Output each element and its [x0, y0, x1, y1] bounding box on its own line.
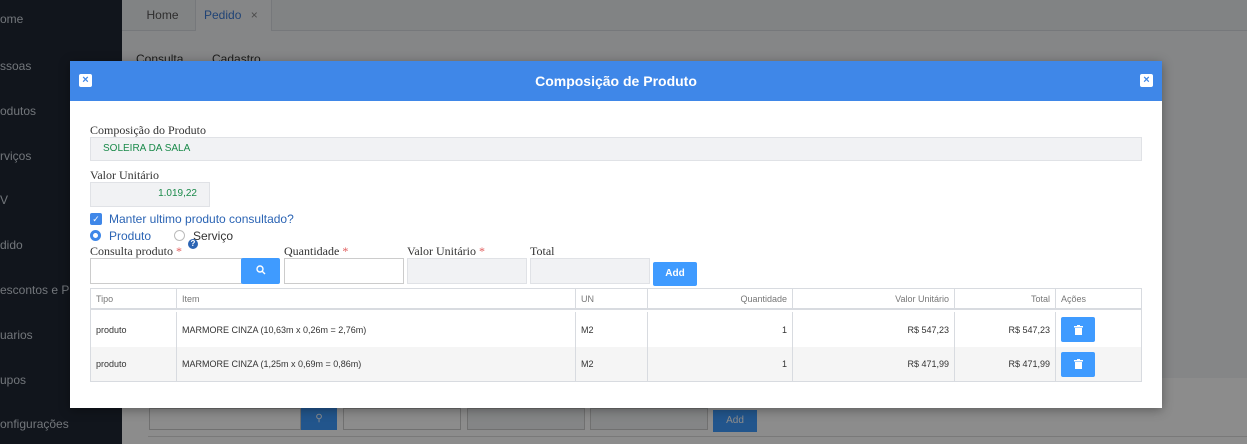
- consulta-produto-label: Consulta produto *: [90, 244, 182, 259]
- cell-valor-unitario: R$ 471,99: [793, 347, 955, 381]
- table-row: produto MARMORE CINZA (10,63m x 0,26m = …: [91, 312, 1141, 347]
- header-un: UN: [576, 289, 648, 308]
- cell-item: MARMORE CINZA (1,25m x 0,69m = 0,86m): [177, 347, 576, 381]
- quantidade-label-text: Quantidade: [284, 244, 340, 258]
- required-mark: *: [176, 244, 182, 258]
- cell-total: R$ 547,23: [955, 312, 1056, 347]
- produto-radio[interactable]: [90, 230, 101, 241]
- total-label: Total: [530, 244, 555, 258]
- quantidade-input[interactable]: [284, 258, 404, 284]
- composicao-table: Tipo Item UN Quantidade Valor Unitário T…: [90, 288, 1142, 382]
- valor-unitario-field: 1.019,22: [90, 182, 210, 207]
- search-button[interactable]: [241, 258, 280, 284]
- header-total: Total: [955, 289, 1056, 308]
- cell-acoes: [1056, 347, 1141, 381]
- delete-button[interactable]: [1061, 317, 1095, 342]
- header-acoes: Ações: [1061, 293, 1087, 304]
- cell-acoes: [1056, 312, 1141, 347]
- cell-un: M2: [576, 312, 648, 347]
- search-icon: [255, 265, 265, 275]
- quantidade-label: Quantidade *: [284, 244, 348, 259]
- valor-unitario-input-label: Valor Unitário *: [407, 244, 485, 259]
- cell-valor-unitario: R$ 547,23: [793, 312, 955, 347]
- header-valor-unitario: Valor Unitário: [793, 289, 955, 308]
- header-tipo: Tipo: [91, 289, 177, 308]
- cell-tipo: produto: [91, 347, 177, 381]
- manter-label[interactable]: Manter ultimo produto consultado?: [109, 212, 294, 226]
- modal-header: × Composição de Produto ×: [70, 61, 1162, 101]
- composicao-modal: × Composição de Produto × Composição do …: [70, 61, 1162, 408]
- cell-un: M2: [576, 347, 648, 381]
- servico-radio-label[interactable]: Serviço: [193, 229, 233, 243]
- cell-tipo: produto: [91, 312, 177, 347]
- header-quantidade: Quantidade: [648, 289, 793, 308]
- header-item: Item: [177, 289, 576, 308]
- delete-button[interactable]: [1061, 351, 1095, 377]
- consulta-produto-label-text: Consulta produto: [90, 244, 173, 258]
- cell-total: R$ 471,99: [955, 347, 1056, 381]
- composicao-field: SOLEIRA DA SALA: [90, 137, 1142, 161]
- table-row: produto MARMORE CINZA (1,25m x 0,69m = 0…: [91, 347, 1141, 381]
- cell-quantidade: 1: [648, 312, 793, 347]
- required-mark: *: [478, 244, 485, 258]
- cell-quantidade: 1: [648, 347, 793, 381]
- close-icon[interactable]: ×: [1140, 74, 1153, 87]
- servico-radio[interactable]: [174, 230, 185, 241]
- composicao-label: Composição do Produto: [90, 123, 206, 137]
- help-icon[interactable]: ?: [188, 239, 198, 249]
- trash-icon: [1073, 324, 1083, 335]
- trash-icon: [1073, 359, 1083, 369]
- table-header-row: Tipo Item UN Quantidade Valor Unitário T…: [91, 289, 1141, 310]
- add-button[interactable]: Add: [653, 262, 697, 286]
- valor-unitario-input: [407, 258, 527, 284]
- manter-checkbox[interactable]: ✓: [90, 213, 102, 225]
- total-input: [530, 258, 650, 284]
- valor-unitario-input-label-text: Valor Unitário: [407, 244, 476, 258]
- cell-item: MARMORE CINZA (10,63m x 0,26m = 2,76m): [177, 312, 576, 347]
- required-mark: *: [342, 244, 349, 258]
- produto-radio-label[interactable]: Produto: [109, 229, 151, 243]
- valor-unitario-label: Valor Unitário: [90, 168, 159, 182]
- consulta-produto-input[interactable]: [90, 258, 242, 284]
- modal-title: Composição de Produto: [535, 73, 697, 89]
